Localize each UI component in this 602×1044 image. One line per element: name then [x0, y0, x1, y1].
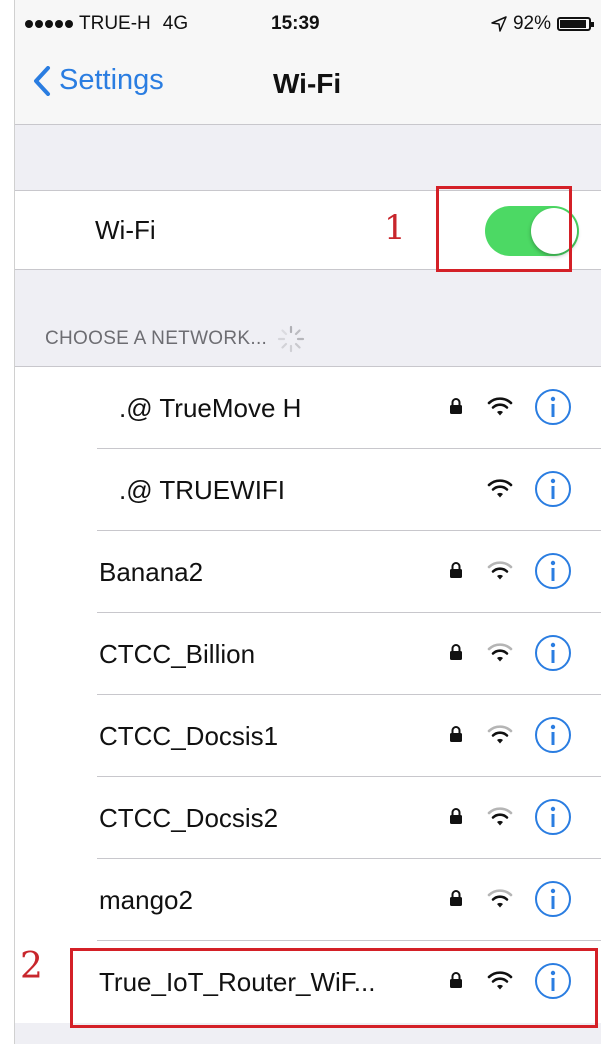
location-arrow-icon — [491, 16, 507, 32]
info-icon[interactable] — [533, 387, 573, 427]
info-icon[interactable] — [533, 879, 573, 919]
wifi-signal-icon — [487, 479, 513, 498]
network-name: CTCC_Docsis2 — [99, 803, 279, 833]
battery-icon — [557, 17, 594, 31]
network-name: CTCC_Billion — [99, 639, 256, 669]
lock-icon — [450, 644, 462, 660]
lock-icon — [450, 808, 462, 824]
lock-icon — [450, 562, 462, 578]
back-button[interactable]: Settings — [33, 64, 164, 97]
page-title: Wi-Fi — [273, 68, 342, 99]
section-header-label: CHOOSE A NETWORK... — [45, 328, 268, 349]
status-bar: TRUE-H 4G 15:39 92% — [15, 0, 601, 42]
wifi-signal-icon — [487, 889, 513, 908]
network-row[interactable]: CTCC_Docsis2 — [15, 777, 601, 859]
wifi-signal-icon — [487, 725, 513, 744]
network-row[interactable]: CTCC_Docsis1 — [15, 695, 601, 777]
network-type: 4G — [162, 13, 189, 34]
network-row[interactable]: .@ TrueMove H — [15, 367, 601, 449]
annotation-box-network — [70, 948, 598, 1028]
battery-percent: 92% — [512, 13, 551, 34]
network-row[interactable]: .@ TRUEWIFI — [15, 449, 601, 531]
status-left: TRUE-H 4G — [25, 13, 188, 35]
network-name: .@ TRUEWIFI — [119, 475, 286, 505]
phone-screen: TRUE-H 4G 15:39 92% Settings Wi-Fi Wi-Fi — [14, 0, 601, 1044]
wifi-toggle-label: Wi-Fi — [95, 215, 156, 245]
network-row[interactable]: CTCC_Billion — [15, 613, 601, 695]
section-header: CHOOSE A NETWORK... — [45, 325, 305, 353]
carrier-name: TRUE-H — [79, 13, 151, 34]
network-name: .@ TrueMove H — [119, 393, 302, 423]
info-icon[interactable] — [533, 797, 573, 837]
wifi-signal-icon — [487, 643, 513, 662]
network-list: .@ TrueMove H .@ TRUEWIFI Banana2 CTCC_B… — [15, 366, 601, 1023]
info-icon[interactable] — [533, 469, 573, 509]
signal-strength-icon — [25, 20, 73, 28]
back-button-label: Settings — [59, 64, 164, 96]
network-row[interactable]: Banana2 — [15, 531, 601, 613]
lock-icon — [450, 890, 462, 906]
info-icon[interactable] — [533, 715, 573, 755]
lock-icon — [450, 398, 462, 414]
status-time: 15:39 — [271, 13, 320, 34]
loading-spinner-icon — [278, 325, 305, 353]
annotation-marker-2: 2 — [20, 946, 43, 987]
annotation-box-toggle — [436, 186, 572, 272]
network-name: CTCC_Docsis1 — [99, 721, 279, 751]
wifi-signal-icon — [487, 397, 513, 416]
chevron-left-icon — [34, 65, 50, 96]
network-row[interactable]: mango2 — [15, 859, 601, 941]
wifi-signal-icon — [487, 561, 513, 580]
lock-icon — [450, 726, 462, 742]
info-icon[interactable] — [533, 551, 573, 591]
info-icon[interactable] — [533, 633, 573, 673]
status-right: 92% — [491, 13, 594, 35]
wifi-signal-icon — [487, 807, 513, 826]
network-name: Banana2 — [99, 557, 204, 587]
network-name: mango2 — [99, 885, 193, 915]
navigation-bar: Settings Wi-Fi — [15, 42, 601, 125]
battery-fill — [560, 20, 586, 28]
annotation-marker-1: 1 — [384, 208, 406, 248]
